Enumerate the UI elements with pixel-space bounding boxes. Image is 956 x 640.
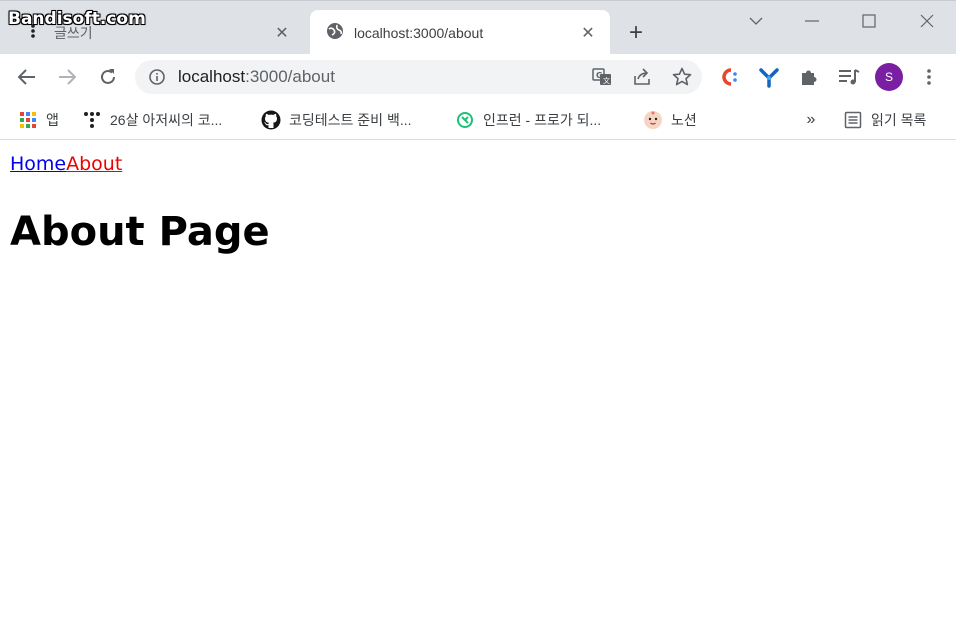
media-queue-icon[interactable]: [835, 63, 863, 91]
svg-text:文: 文: [603, 76, 610, 85]
reading-list-icon: [843, 110, 863, 130]
reading-list-button[interactable]: 읽기 목록: [843, 106, 926, 134]
tab-strip: Bandisoft.com 글쓰기 ✕ localhost:3000/about…: [0, 0, 956, 55]
notion-face-icon: [643, 110, 663, 130]
svg-text:G: G: [596, 71, 603, 80]
bookmark-label: 노션: [671, 112, 697, 128]
bookmark-blog[interactable]: 26살 아저씨의 코...: [82, 106, 222, 134]
page-viewport: HomeAbout About Page: [0, 141, 956, 640]
extensions-puzzle-icon[interactable]: [795, 63, 823, 91]
back-arrow-icon[interactable]: [11, 61, 43, 93]
close-window-icon[interactable]: [907, 7, 947, 35]
maximize-icon[interactable]: [849, 7, 889, 35]
home-link[interactable]: Home: [10, 153, 66, 175]
address-bar[interactable]: localhost:3000/about G文: [135, 60, 702, 94]
bookmarks-bar: 앱 26살 아저씨의 코... 코딩테스트 준비 백... 인프런 - 프로가 …: [0, 100, 956, 140]
url-host: localhost: [178, 67, 246, 86]
profile-avatar[interactable]: S: [875, 63, 903, 91]
page-nav: HomeAbout: [10, 153, 122, 175]
globe-icon: [326, 22, 344, 43]
inflearn-icon: [455, 110, 475, 130]
page-title: About Page: [10, 209, 270, 255]
minimize-icon[interactable]: [792, 7, 832, 35]
bandisoft-watermark: Bandisoft.com: [8, 9, 146, 29]
more-bookmarks-chevron[interactable]: »: [800, 106, 822, 134]
url-path: :3000/about: [245, 67, 335, 86]
bookmark-apps[interactable]: 앱: [18, 106, 59, 134]
new-tab-plus-icon[interactable]: +: [622, 19, 650, 47]
share-icon[interactable]: [622, 60, 662, 94]
bookmark-notion[interactable]: 노션: [643, 106, 697, 134]
dots-logo-icon: [82, 110, 102, 130]
about-link[interactable]: About: [66, 153, 122, 175]
bookmark-star-icon[interactable]: [662, 60, 702, 94]
apps-grid-icon: [18, 110, 38, 130]
bookmark-label: 26살 아저씨의 코...: [110, 112, 223, 128]
tab-title: localhost:3000/about: [354, 24, 484, 41]
bookmark-inflearn[interactable]: 인프런 - 프로가 되...: [455, 106, 601, 134]
github-icon: [261, 110, 281, 130]
close-tab-icon[interactable]: ✕: [574, 19, 602, 47]
tab-localhost-about[interactable]: localhost:3000/about ✕: [310, 10, 610, 55]
bookmark-label: 코딩테스트 준비 백...: [289, 112, 412, 128]
tab-search-chevron-icon[interactable]: [736, 7, 776, 35]
browser-toolbar: localhost:3000/about G文 S: [0, 54, 956, 100]
forward-arrow-icon[interactable]: [51, 61, 83, 93]
reload-icon[interactable]: [92, 61, 124, 93]
translate-icon[interactable]: G文: [582, 60, 622, 94]
close-tab-icon[interactable]: ✕: [268, 19, 296, 47]
site-info-icon[interactable]: [147, 67, 167, 87]
extension-c-icon[interactable]: [715, 63, 743, 91]
more-menu-icon[interactable]: [915, 63, 943, 91]
extension-y-icon[interactable]: [755, 63, 783, 91]
bookmark-github[interactable]: 코딩테스트 준비 백...: [261, 106, 412, 134]
reading-list-label: 읽기 목록: [871, 112, 927, 128]
bookmark-label: 앱: [46, 112, 59, 128]
bookmark-label: 인프런 - 프로가 되...: [483, 112, 602, 128]
url-text[interactable]: localhost:3000/about: [178, 67, 582, 87]
